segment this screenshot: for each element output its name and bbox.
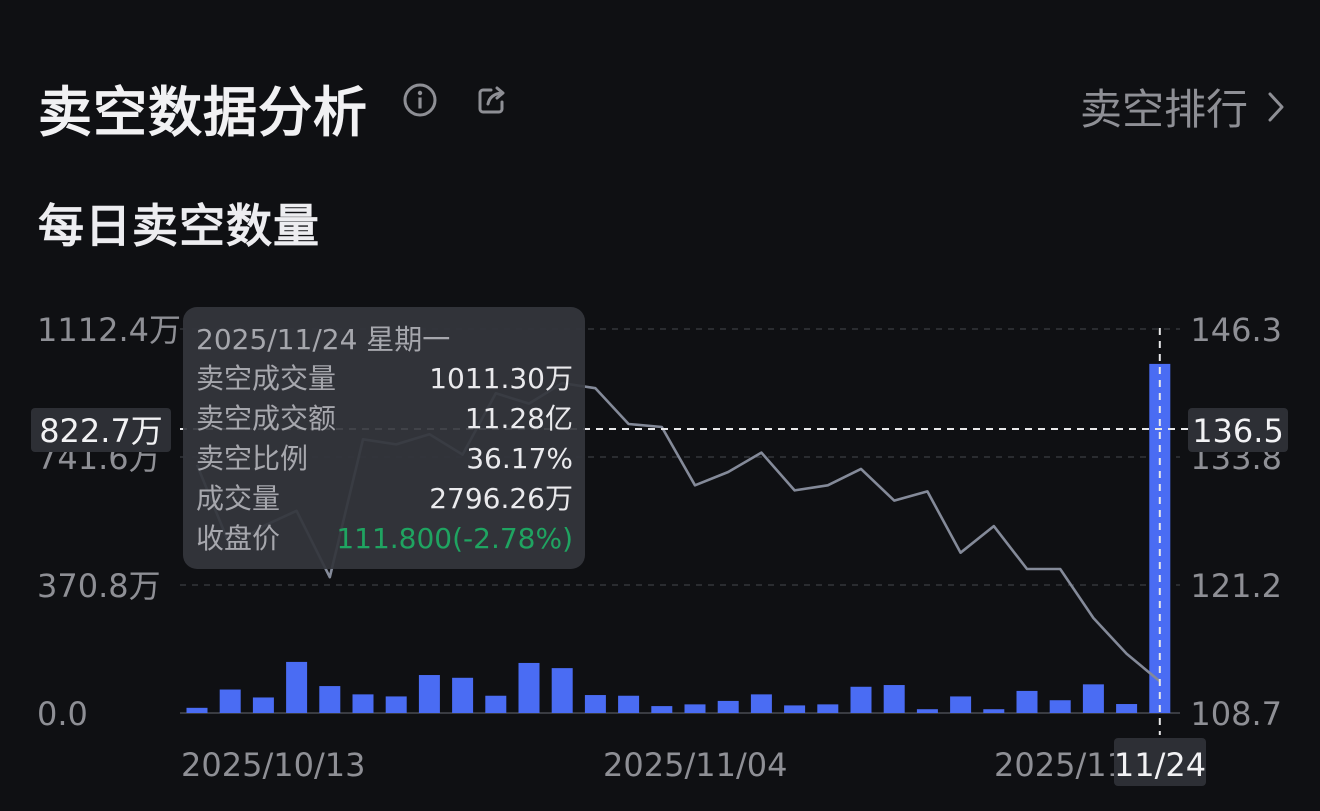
volume-bar <box>1016 690 1038 713</box>
tooltip-row: 收盘价 111.800(-2.78%) <box>196 519 573 559</box>
x-axis-tick-label: 2025/10/13 <box>181 746 365 784</box>
tooltip-value: 2796.26万 <box>429 482 573 515</box>
volume-bar <box>286 661 308 713</box>
crosshair-left-label: 822.7万 <box>39 412 163 450</box>
tooltip-label: 收盘价 <box>196 522 281 555</box>
volume-bar <box>518 662 540 713</box>
tooltip-row: 成交量 2796.26万 <box>196 479 573 519</box>
volume-bar <box>651 706 673 713</box>
tooltip-row: 卖空比例 36.17% <box>196 439 573 479</box>
volume-bar <box>717 700 739 713</box>
volume-bar <box>983 709 1005 713</box>
volume-bar <box>750 694 772 713</box>
volume-bar <box>252 697 274 713</box>
right-axis-tick-label: 108.7 <box>1190 695 1282 733</box>
tooltip-value: 11.28亿 <box>464 402 573 435</box>
tooltip-label: 卖空比例 <box>196 442 309 475</box>
tooltip-row: 卖空成交额 11.28亿 <box>196 399 573 439</box>
volume-bar <box>452 677 474 713</box>
tooltip-value: 1011.30万 <box>429 362 573 395</box>
volume-bar <box>485 695 507 713</box>
tooltip-label: 卖空成交量 <box>196 362 337 395</box>
right-axis-tick-label: 146.3 <box>1190 311 1282 349</box>
tooltip-label: 成交量 <box>196 482 281 515</box>
volume-bar <box>1116 704 1138 713</box>
tooltip-value: 36.17% <box>466 442 573 475</box>
left-axis-tick-label: 1112.4万 <box>37 311 181 349</box>
crosshair-x-label: 11/24 <box>1114 746 1206 784</box>
tooltip-row: 卖空成交量 1011.30万 <box>196 359 573 399</box>
volume-bar <box>352 694 374 713</box>
volume-bar <box>418 675 440 713</box>
volume-bar <box>883 685 905 713</box>
x-axis-tick-label: 2025/11/04 <box>603 746 787 784</box>
volume-bar <box>850 686 872 713</box>
volume-bar <box>618 695 640 713</box>
volume-bar <box>916 709 938 713</box>
volume-bar <box>784 705 806 713</box>
volume-bar <box>1082 684 1104 713</box>
left-axis-tick-label: 370.8万 <box>37 567 161 605</box>
tooltip-date: 2025/11/24 星期一 <box>196 323 451 356</box>
tooltip-value: 111.800(-2.78%) <box>336 522 573 555</box>
crosshair-right-label: 136.5 <box>1192 412 1284 450</box>
volume-bar <box>1049 700 1071 713</box>
volume-bar <box>684 704 706 713</box>
data-tooltip: 2025/11/24 星期一 卖空成交量 1011.30万 卖空成交额 11.2… <box>183 307 585 569</box>
left-axis-tick-label: 0.0 <box>37 695 88 733</box>
volume-bar <box>219 689 241 713</box>
volume-bar <box>186 707 208 713</box>
volume-bar <box>551 668 573 713</box>
volume-bar <box>584 695 606 713</box>
right-axis-tick-label: 121.2 <box>1190 567 1282 605</box>
volume-bar <box>385 696 407 713</box>
tooltip-label: 卖空成交额 <box>196 402 337 435</box>
volume-bar <box>950 696 972 713</box>
volume-bar <box>319 686 341 713</box>
volume-bar <box>817 704 839 713</box>
